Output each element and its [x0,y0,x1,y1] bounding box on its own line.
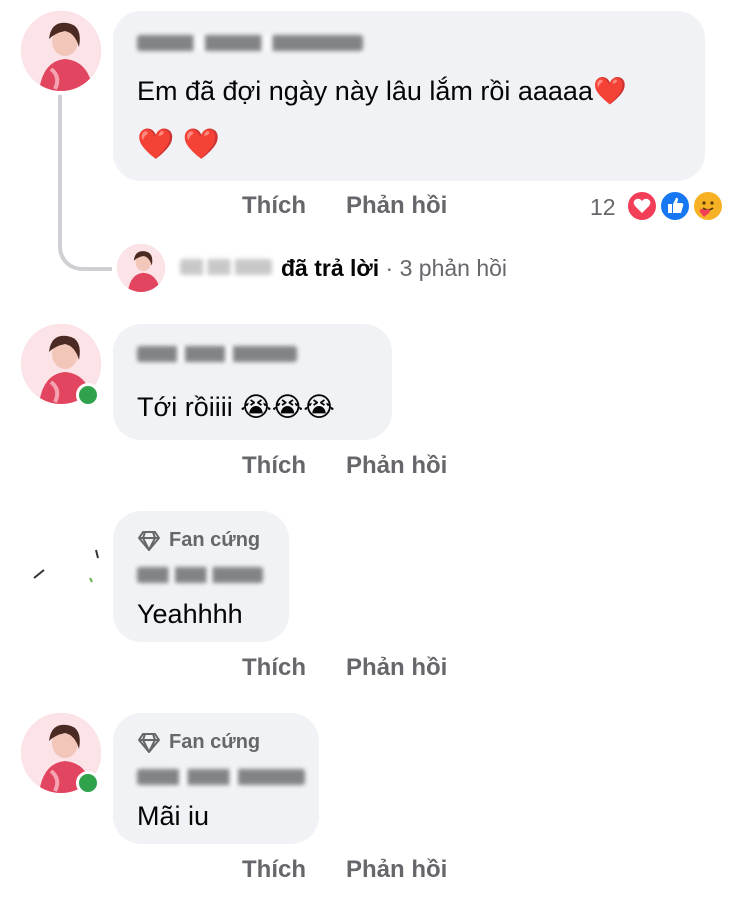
fan-badge-label: Fan cứng [169,529,261,551]
comment-text: Mãi iu [137,801,210,831]
comment-bubble: Em đã đợi ngày này lâu lắm rồi aaaaa❤️ ❤… [113,11,705,181]
reply-separator: · [379,255,400,281]
thread-connector-line [58,95,112,271]
comment-text: Yeahhhh [137,599,243,629]
fan-badge-label: Fan cứng [169,731,261,753]
comment-bubble: Fan cứng Yeahhhh [113,511,289,642]
reply-count: 3 phản hồi [399,255,508,281]
avatar[interactable] [21,11,101,91]
view-replies-link[interactable]: đã trả lời · 3 phản hồi [281,255,507,282]
comment-bubble: Tới rồiiii 😭😭😭 [113,324,392,440]
like-button[interactable]: Thích [242,856,306,884]
like-button[interactable]: Thích [242,654,306,682]
author-name-redacted [137,346,297,362]
online-status-indicator [76,771,100,795]
reply-action-text: đã trả lời [281,255,380,281]
avatar-placeholder-scribble [33,549,99,583]
reply-button[interactable]: Phản hồi [346,856,447,884]
like-reaction-icon [659,190,691,222]
reply-button[interactable]: Phản hồi [346,192,447,220]
diamond-icon [138,530,160,551]
author-name-redacted [137,567,263,583]
comment-text: Tới rồiiii 😭😭😭 [137,392,335,422]
reply-button[interactable]: Phản hồi [346,452,447,480]
reaction-count[interactable]: 12 [590,194,616,221]
author-name-redacted [137,769,305,785]
reply-author-name-redacted [180,259,272,275]
like-button[interactable]: Thích [242,452,306,480]
reply-author-avatar[interactable] [117,244,165,292]
fan-badge: Fan cứng [137,529,260,552]
diamond-icon [138,732,160,753]
author-name-redacted [137,35,363,51]
like-button[interactable]: Thích [242,192,306,220]
care-reaction-icon [692,190,724,222]
love-reaction-icon [626,190,658,222]
reply-button[interactable]: Phản hồi [346,654,447,682]
comment-text: Em đã đợi ngày này lâu lắm rồi aaaaa❤️ [137,76,627,106]
comment-text-line2: ❤️ ❤️ [137,128,221,161]
online-status-indicator [76,383,100,407]
comment-bubble: Fan cứng Mãi iu [113,713,319,844]
fan-badge: Fan cứng [137,731,260,754]
